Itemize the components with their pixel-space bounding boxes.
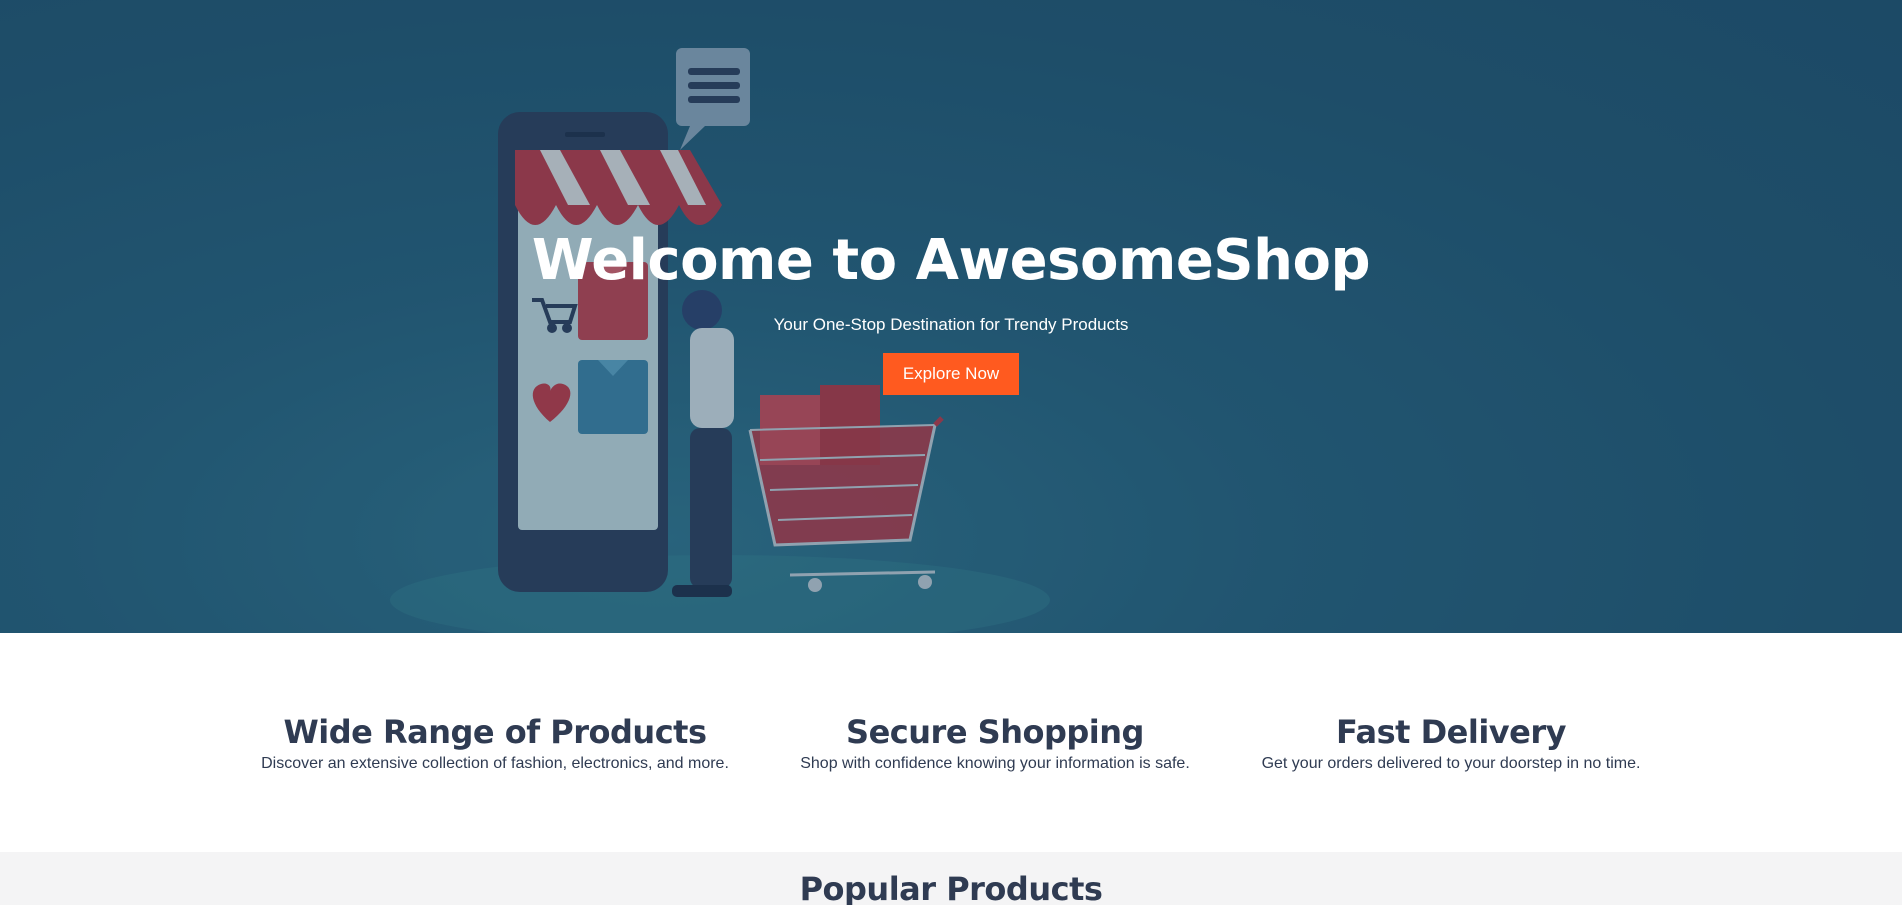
features-section: Wide Range of Products Discover an exten…	[0, 633, 1902, 852]
feature-description: Discover an extensive collection of fash…	[261, 755, 729, 772]
feature-description: Shop with confidence knowing your inform…	[800, 755, 1190, 772]
feature-title: Secure Shopping	[846, 713, 1144, 751]
popular-products-section: Popular Products	[0, 852, 1902, 905]
feature-fast-delivery: Fast Delivery Get your orders delivered …	[1245, 713, 1657, 773]
feature-title: Wide Range of Products	[283, 713, 707, 751]
feature-title: Fast Delivery	[1336, 713, 1566, 751]
hero-content: Welcome to AwesomeShop Your One-Stop Des…	[0, 228, 1902, 395]
hero-title: Welcome to AwesomeShop	[531, 228, 1371, 293]
feature-secure-shopping: Secure Shopping Shop with confidence kno…	[785, 713, 1205, 773]
explore-now-button[interactable]: Explore Now	[882, 353, 1020, 395]
feature-description: Get your orders delivered to your doorst…	[1261, 755, 1641, 772]
feature-wide-range: Wide Range of Products Discover an exten…	[250, 713, 740, 773]
section-title: Popular Products	[799, 870, 1103, 905]
hero-section: Welcome to AwesomeShop Your One-Stop Des…	[0, 0, 1902, 633]
hero-subtitle: Your One-Stop Destination for Trendy Pro…	[773, 315, 1129, 334]
